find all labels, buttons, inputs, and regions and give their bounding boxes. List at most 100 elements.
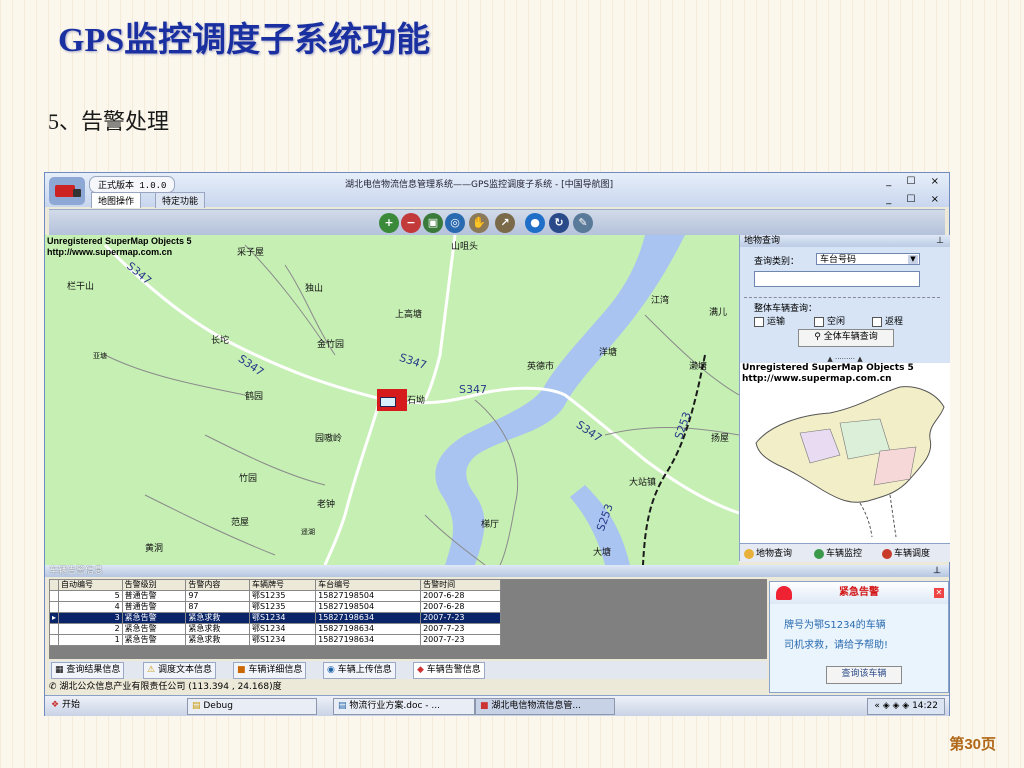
place-label: 大塘 (593, 548, 612, 558)
vehicle-marker[interactable] (377, 389, 407, 411)
place-label: 大站镇 (629, 478, 657, 488)
column-header[interactable]: 车台编号 (315, 579, 422, 591)
pin-icon[interactable]: ⊥ (936, 235, 944, 247)
pan-icon[interactable]: ✋ (469, 213, 489, 233)
checkbox-icon[interactable] (872, 316, 882, 327)
table-row[interactable]: 2 紧急告警 紧急求救 鄂S1234 15827198634 2007-7-23 (48, 623, 501, 635)
application-window: 正式版本 1.0.0 湖北电信物流信息管理系统——GPS监控调度子系统 - [中… (44, 172, 950, 716)
option-transport[interactable]: 运输 (754, 314, 785, 327)
taskbar-item-app[interactable]: ■ 湖北电信物流信息管... (475, 698, 615, 715)
column-header[interactable]: 告警时间 (420, 579, 501, 591)
option-return[interactable]: 返程 (872, 314, 903, 327)
tray-icons[interactable]: « ◈ ◈ ◈ (874, 701, 912, 711)
table-row[interactable]: 4 普通告警 87 鄂S1235 15827198504 2007-6-28 (48, 601, 501, 613)
document-icon: ▤ (338, 701, 350, 711)
pin-icon[interactable]: ⊥ (933, 565, 941, 577)
panel-title: 地物查询 ⊥ (740, 235, 950, 247)
start-button[interactable]: ❖ 开始 (47, 698, 84, 713)
taskbar-item-debug[interactable]: ▤ Debug (187, 698, 317, 715)
column-header[interactable]: 车辆牌号 (248, 579, 317, 591)
zoom-in-icon[interactable]: + (379, 213, 399, 233)
version-badge: 正式版本 1.0.0 (89, 176, 176, 193)
company-icon: ✆ (49, 682, 60, 692)
tab-vehicle-details[interactable]: ■ 车辆详细信息 (233, 662, 307, 679)
child-window-controls[interactable]: _ ☐ × (886, 194, 945, 205)
tab-vehicle-alarms[interactable]: ◆ 车辆告警信息 (413, 662, 485, 679)
overview-map[interactable]: Unregistered SuperMap Objects 5 http://ww… (740, 363, 950, 541)
column-header[interactable]: 自动编号 (58, 579, 123, 591)
close-icon[interactable]: ✕ (934, 588, 944, 598)
table-row[interactable]: 5 普通告警 97 鄂S1235 15827198504 2007-6-28 (48, 590, 501, 602)
query-all-vehicles-button[interactable]: ⚲ 全体车辆查询 (798, 329, 894, 347)
query-vehicle-button[interactable]: 查询该车辆 (826, 666, 902, 684)
tab-feature-query[interactable]: 地物查询 (744, 546, 792, 559)
place-label: 亚塘 (93, 352, 107, 360)
tab-special-functions[interactable]: 特定功能 (155, 192, 206, 208)
refresh-icon[interactable]: ↻ (549, 213, 569, 233)
place-label: 鹤园 (245, 392, 264, 402)
status-bar: ✆ 湖北公众信息产业有限责任公司 (113.394 , 24.168)度 (49, 682, 282, 692)
place-label: 上高塘 (395, 310, 423, 320)
globe-icon[interactable]: ◎ (445, 213, 465, 233)
map-watermark: Unregistered SuperMap Objects 5 http://ww… (47, 236, 192, 257)
table-row-selected[interactable]: ▸ 3 紧急告警 紧急求救 鄂S1234 15827198634 2007-7-23 (48, 612, 501, 624)
place-label: 濑塘 (689, 362, 708, 372)
tab-dispatch-text[interactable]: ⚠ 调度文本信息 (143, 662, 216, 679)
river (435, 235, 685, 565)
place-label: 栏干山 (67, 282, 95, 292)
slide-title: GPS监控调度子系统功能 (58, 22, 431, 59)
map-view[interactable]: Unregistered SuperMap Objects 5 http://ww… (45, 235, 739, 565)
taskbar-item-doc[interactable]: ▤ 物流行业方案.doc - ... (333, 698, 475, 715)
chevron-down-icon: ▼ (908, 255, 918, 264)
query-type-select[interactable]: 车台号码 ▼ (816, 253, 920, 265)
truck-logo-icon (49, 177, 85, 205)
tab-vehicle-dispatch[interactable]: 车辆调度 (882, 546, 930, 559)
road-label: S347 (459, 383, 487, 396)
china-map-outline (755, 386, 945, 538)
upload-icon: ◉ (327, 665, 338, 675)
truck-icon: ■ (480, 701, 492, 711)
tab-vehicle-monitor[interactable]: 车辆监控 (814, 546, 862, 559)
query-input[interactable] (754, 271, 920, 287)
window-controls[interactable]: _ ☐ × (886, 176, 945, 187)
checkbox-icon[interactable] (754, 316, 764, 327)
alarm-panel-header: 车辆告警信息 ⊥ (45, 565, 949, 577)
slide-subtitle: 5、告警处理 (48, 109, 170, 134)
warning-icon: ⚠ (147, 665, 158, 675)
window-title: 湖北电信物流信息管理系统——GPS监控调度子系统 - [中国导航图] (345, 180, 614, 190)
place-label: 黄洞 (145, 544, 164, 554)
zoom-rect-icon[interactable]: ▣ (423, 213, 443, 233)
option-idle[interactable]: 空闲 (814, 314, 845, 327)
place-label: 独山 (305, 284, 324, 294)
tab-query-results[interactable]: ▦ 查询结果信息 (51, 662, 125, 679)
clock: 14:22 (912, 701, 938, 711)
railway (642, 354, 706, 565)
place-label: 老钟 (317, 500, 336, 510)
alarm-table: 自动编号 告警级别 告警内容 车辆牌号 车台编号 告警时间 5 普通告警 97 鄂S1… (48, 579, 501, 646)
place-label: 采子屋 (237, 248, 265, 258)
edit-icon[interactable]: ✎ (573, 213, 593, 233)
place-label: 竹园 (239, 474, 258, 484)
measure-icon[interactable]: ↗ (495, 213, 515, 233)
column-header[interactable]: 告警级别 (121, 579, 187, 591)
checkbox-icon[interactable] (814, 316, 824, 327)
alert-message: 牌号为鄂S1234的车辆 司机求救，请给予帮助! (784, 620, 889, 651)
place-label: 遥湖 (301, 528, 315, 536)
system-tray: « ◈ ◈ ◈ 14:22 (867, 698, 945, 715)
place-label: 洋塘 (599, 348, 618, 358)
zoom-out-icon[interactable]: − (401, 213, 421, 233)
table-row[interactable]: 1 紧急告警 紧急求救 鄂S1234 15827198634 2007-7-23 (48, 634, 501, 646)
table-header-row: 自动编号 告警级别 告警内容 车辆牌号 车台编号 告警时间 (48, 579, 501, 591)
splitter-handle[interactable]: ▲ ········· ▲ (740, 355, 950, 363)
bell-icon (776, 586, 792, 600)
folder-icon: ▤ (192, 701, 204, 711)
page-number: 第30页 (949, 736, 996, 753)
binoculars-icon: ⚲ (814, 332, 824, 342)
emergency-alert-popup: 紧急告警 ✕ 牌号为鄂S1234的车辆 司机求救，请给予帮助! 查询该车辆 (769, 581, 949, 693)
tab-vehicle-upload[interactable]: ◉ 车辆上传信息 (323, 662, 396, 679)
column-header[interactable]: 告警内容 (185, 579, 250, 591)
tab-map-operations[interactable]: 地图操作 (91, 192, 142, 208)
truck-icon: ■ (237, 665, 249, 675)
earth-icon[interactable]: ● (525, 213, 545, 233)
place-label: 英德市 (527, 362, 555, 372)
